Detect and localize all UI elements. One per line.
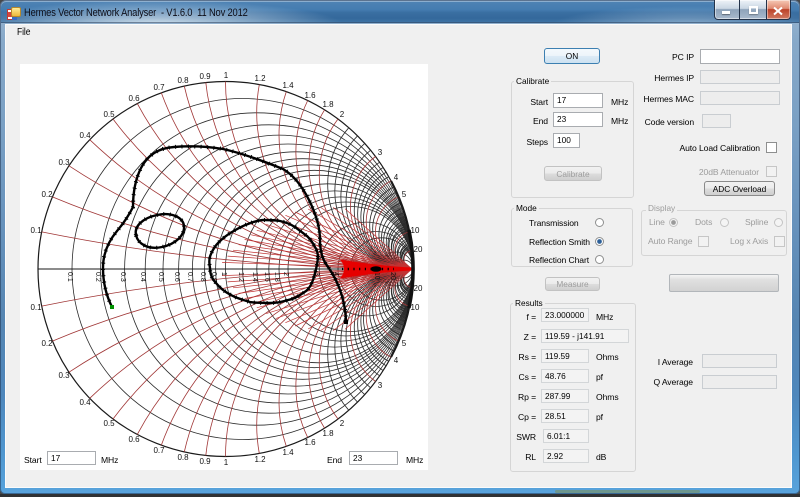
svg-text:5: 5 — [402, 190, 407, 199]
svg-text:0.5: 0.5 — [103, 110, 115, 119]
svg-text:0.4: 0.4 — [79, 131, 91, 140]
svg-text:4: 4 — [394, 356, 399, 365]
svg-text:20: 20 — [389, 272, 396, 280]
svg-text:1.2: 1.2 — [237, 272, 244, 282]
svg-text:0.1: 0.1 — [30, 303, 42, 312]
svg-text:0.1: 0.1 — [30, 226, 42, 235]
svg-text:2: 2 — [340, 110, 345, 119]
svg-text:1.8: 1.8 — [322, 100, 334, 109]
svg-text:1.8: 1.8 — [322, 429, 334, 438]
svg-text:1.6: 1.6 — [304, 438, 316, 447]
svg-text:0.9: 0.9 — [199, 457, 211, 466]
svg-text:5: 5 — [402, 339, 407, 348]
svg-text:1.4: 1.4 — [282, 81, 294, 90]
svg-text:3: 3 — [378, 148, 383, 157]
svg-text:1.4: 1.4 — [282, 448, 294, 457]
svg-text:2: 2 — [340, 419, 345, 428]
svg-text:0.3: 0.3 — [119, 272, 126, 282]
svg-text:0.6: 0.6 — [173, 272, 180, 282]
svg-text:1: 1 — [220, 272, 227, 276]
svg-text:4: 4 — [394, 173, 399, 182]
svg-text:10: 10 — [411, 303, 420, 312]
svg-text:0.6: 0.6 — [128, 435, 140, 444]
svg-text:1: 1 — [224, 458, 229, 467]
svg-text:20: 20 — [414, 284, 423, 293]
svg-text:1.2: 1.2 — [254, 74, 266, 83]
svg-text:0.7: 0.7 — [153, 83, 165, 92]
svg-text:0.2: 0.2 — [94, 272, 101, 282]
svg-text:0.2: 0.2 — [41, 339, 53, 348]
svg-text:2: 2 — [282, 272, 289, 276]
svg-text:0.2: 0.2 — [41, 190, 53, 199]
svg-text:0.1: 0.1 — [66, 272, 73, 282]
svg-text:0.3: 0.3 — [58, 371, 70, 380]
svg-text:0.4: 0.4 — [79, 398, 91, 407]
svg-text:0.5: 0.5 — [103, 419, 115, 428]
svg-text:1.6: 1.6 — [263, 272, 270, 282]
svg-text:0.8: 0.8 — [177, 453, 189, 462]
svg-text:0.4: 0.4 — [139, 272, 146, 282]
svg-text:1.2: 1.2 — [254, 455, 266, 464]
svg-text:0.3: 0.3 — [58, 158, 70, 167]
svg-text:10: 10 — [411, 226, 420, 235]
svg-text:3: 3 — [378, 381, 383, 390]
svg-text:0.8: 0.8 — [177, 76, 189, 85]
svg-text:0.5: 0.5 — [157, 272, 164, 282]
svg-text:0.9: 0.9 — [199, 72, 211, 81]
svg-text:1.6: 1.6 — [304, 91, 316, 100]
svg-text:0.7: 0.7 — [186, 272, 193, 282]
svg-text:0.6: 0.6 — [128, 94, 140, 103]
svg-text:0.8: 0.8 — [199, 272, 206, 282]
svg-text:1.4: 1.4 — [251, 272, 258, 282]
svg-text:20: 20 — [414, 245, 423, 254]
svg-text:1: 1 — [224, 71, 229, 80]
svg-text:1.8: 1.8 — [273, 272, 280, 282]
svg-text:0.7: 0.7 — [153, 446, 165, 455]
